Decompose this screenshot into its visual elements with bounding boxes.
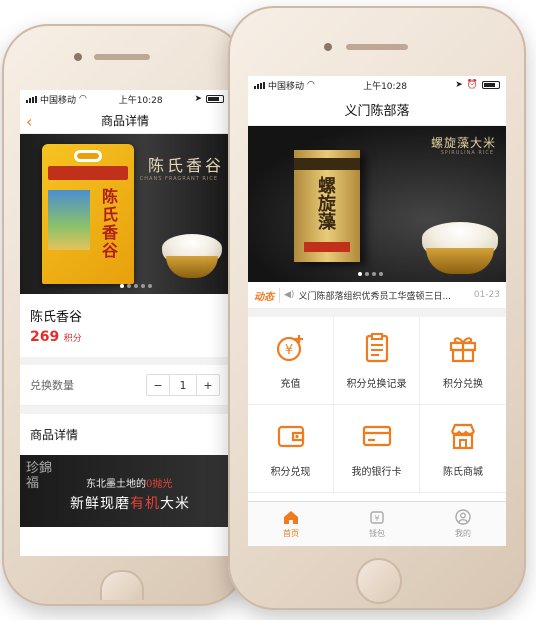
banner-subtitle: SPIRULINA RICE [440,150,494,156]
quantity-row: 兑换数量 − 1 + [20,365,230,406]
tab-home[interactable]: 首页 [248,502,334,546]
home-icon [284,511,298,524]
nav-bar: 义门陈部落 [248,94,506,126]
page-title: 义门陈部落 [344,104,410,119]
minus-button[interactable]: − [147,375,169,395]
product-name: 陈氏香谷 [30,310,83,325]
rice-box-image: 螺旋藻 [294,150,360,262]
signal-icon [254,81,265,89]
grid-label: 积分兑换 [443,379,483,390]
tab-label: 钱包 [369,529,385,538]
status-bar: 中国移动 ◠ 上午10:28 ➤ ⏰ [248,76,506,94]
carrier-label: 中国移动 [40,95,77,106]
banner-title: 螺旋藻大米 [430,136,496,150]
user-icon [455,509,471,525]
banner-subtitle: CHANS FRAGRANT RICE [139,176,218,182]
wallet-icon [274,419,308,453]
grid-item-recharge[interactable]: ¥ 充值 [248,317,334,405]
news-text[interactable]: 义门陈部落组织优秀员工华盛顿三日... [298,289,469,302]
quantity-stepper[interactable]: − 1 + [146,374,220,396]
bank-card-icon [360,419,394,453]
rice-bag-image: 陈氏香谷 [42,144,134,284]
battery-icon [205,95,224,103]
gift-icon [446,331,480,365]
quantity-value[interactable]: 1 [169,375,197,395]
tab-wallet[interactable]: ¥ 钱包 [334,502,420,546]
tab-bar: 首页 ¥ 钱包 我的 [248,501,506,546]
carrier-label: 中国移动 [268,81,305,92]
details-line-1: 东北墨土地的0抛光 [86,479,173,490]
bag-text: 陈氏香谷 [99,188,118,260]
news-ticker[interactable]: 动态 ◀) 义门陈部落组织优秀员工华盛顿三日... 01-23 [248,282,506,309]
back-arrow-icon[interactable]: ‹ [26,112,32,131]
battery-icon [481,81,500,89]
grid-item-points-cashout[interactable]: 积分兑现 [248,405,334,493]
camera [324,43,332,51]
details-heading: 商品详情 [30,428,79,442]
speaker-icon: ◀) [284,290,295,300]
svg-text:¥: ¥ [374,514,379,523]
feature-grid: ¥ 充值 积分兑换记录 积分兑换 积分兑现 我的银行卡 陈氏商城 [248,317,506,493]
home-screen: 中国移动 ◠ 上午10:28 ➤ ⏰ 义门陈部落 螺旋藻 螺旋藻大米 SPIRUL… [248,76,506,546]
bowl-base [166,256,218,278]
divider [20,406,230,414]
product-price: 269 积分 [30,329,82,345]
product-detail-screen: 中国移动 ◠ 上午10:28 ➤ ‹ 商品详情 陈氏香谷 陈氏香谷 CHANS … [20,90,230,556]
grid-label: 积分兑现 [270,467,311,478]
banner-title: 陈氏香谷 [147,156,224,175]
alarm-icon: ⏰ [466,80,478,90]
speaker [346,44,408,50]
grid-label: 积分兑换记录 [346,379,407,390]
speaker [94,54,150,60]
location-icon: ➤ [455,80,463,90]
record-icon [360,331,394,365]
home-button [356,558,402,604]
clock: 上午10:28 [118,95,163,106]
front-phone: 中国移动 ◠ 上午10:28 ➤ ⏰ 义门陈部落 螺旋藻 螺旋藻大米 SPIRUL… [228,6,526,610]
tab-mine[interactable]: 我的 [420,502,506,546]
home-banner[interactable]: 螺旋藻 螺旋藻大米 SPIRULINA RICE [248,126,506,282]
signal-icon [26,95,37,103]
page-title: 商品详情 [100,114,149,128]
news-date: 01-23 [473,290,500,300]
grid-label: 充值 [280,379,301,390]
quantity-label: 兑换数量 [30,379,74,392]
wifi-icon: ◠ [79,94,87,104]
grid-item-exchange-record[interactable]: 积分兑换记录 [334,317,420,405]
grid-item-bank-card[interactable]: 我的银行卡 [334,405,420,493]
tab-label: 我的 [455,529,471,538]
details-banner: 珍錦福 东北墨土地的0抛光 新鲜现磨有机大米 [20,455,230,527]
home-button [100,570,144,600]
divider [248,309,506,317]
status-bar: 中国移动 ◠ 上午10:28 ➤ [20,90,230,108]
product-banner[interactable]: 陈氏香谷 陈氏香谷 CHANS FRAGRANT RICE [20,134,230,294]
recharge-icon: ¥ [274,331,308,365]
grid-item-points-exchange[interactable]: 积分兑换 [420,317,506,405]
brand-logo: 珍錦福 [26,461,53,491]
grid-item-store[interactable]: 陈氏商城 [420,405,506,493]
carousel-dots [120,284,152,288]
location-icon: ➤ [194,94,202,104]
camera [74,53,82,61]
wifi-icon: ◠ [307,80,315,90]
wallet-tab-icon: ¥ [370,511,384,524]
back-phone: 中国移动 ◠ 上午10:28 ➤ ‹ 商品详情 陈氏香谷 陈氏香谷 CHANS … [2,24,246,606]
divider [20,357,230,365]
plus-button[interactable]: + [197,375,219,395]
tab-label: 首页 [283,529,299,538]
details-line-2: 新鲜现磨有机大米 [70,496,190,512]
clock: 上午10:28 [363,81,408,92]
carousel-dots [358,272,383,276]
news-tag: 动态 [254,287,280,303]
nav-bar: ‹ 商品详情 [20,108,230,134]
grid-label: 我的银行卡 [351,467,402,478]
store-icon [446,419,480,453]
svg-text:¥: ¥ [284,343,292,358]
grid-label: 陈氏商城 [443,467,483,478]
box-text: 螺旋藻 [315,176,336,230]
bowl-base [426,248,494,274]
